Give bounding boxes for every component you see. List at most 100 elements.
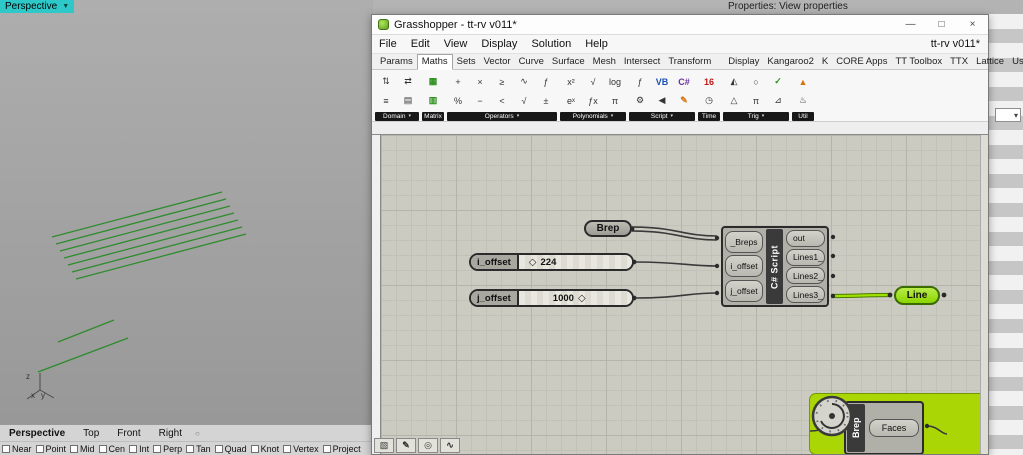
viewport-tab-right[interactable]: Right bbox=[150, 428, 191, 439]
maximize-button[interactable]: □ bbox=[926, 15, 957, 34]
checkbox[interactable] bbox=[129, 444, 138, 453]
triangle-icon[interactable]: ◭ bbox=[723, 72, 745, 91]
pi-icon[interactable]: π bbox=[604, 91, 626, 110]
output-lines2[interactable]: Lines2_ bbox=[786, 267, 825, 285]
domain-icon[interactable]: ▤ bbox=[397, 91, 419, 110]
tab-k[interactable]: K bbox=[818, 55, 832, 69]
menu-help[interactable]: Help bbox=[578, 38, 615, 50]
back-icon[interactable]: ◀ bbox=[651, 91, 673, 110]
group-label-trig[interactable]: Trig ▾ bbox=[723, 112, 789, 121]
viewport-title[interactable]: Perspective ▼ bbox=[0, 0, 75, 13]
slider-track[interactable]: 1000 ◇ bbox=[518, 291, 632, 305]
osnap-cen[interactable]: Cen bbox=[98, 444, 125, 454]
domain-icon[interactable]: ⇄ bbox=[397, 72, 419, 91]
checkbox[interactable] bbox=[98, 444, 107, 453]
menu-file[interactable]: File bbox=[372, 38, 404, 50]
slider-track[interactable]: ◇ 224 bbox=[518, 255, 632, 269]
flame-icon[interactable]: ▲ bbox=[792, 72, 814, 91]
function-icon[interactable]: ƒx bbox=[582, 91, 604, 110]
similarity-icon[interactable]: ∿ bbox=[513, 72, 535, 91]
add-icon[interactable]: + bbox=[447, 72, 469, 91]
component-group[interactable]: Brep Faces bbox=[809, 393, 988, 454]
menu-edit[interactable]: Edit bbox=[404, 38, 437, 50]
script-name-bar[interactable]: C# Script bbox=[766, 229, 783, 304]
osnap-knot[interactable]: Knot bbox=[250, 444, 279, 454]
tab-user[interactable]: User bbox=[1008, 55, 1023, 69]
menu-display[interactable]: Display bbox=[474, 38, 524, 50]
tab-params[interactable]: Params bbox=[376, 55, 417, 69]
osnap-perp[interactable]: Perp bbox=[153, 444, 182, 454]
greater-equal-icon[interactable]: ≥ bbox=[491, 72, 513, 91]
expression-icon[interactable]: ƒ bbox=[629, 72, 651, 91]
tab-maths[interactable]: Maths bbox=[416, 54, 453, 70]
tab-vector[interactable]: Vector bbox=[480, 55, 515, 69]
gear-icon[interactable]: ⚙ bbox=[629, 91, 651, 110]
tab-surface[interactable]: Surface bbox=[548, 55, 589, 69]
viewport-tab-top[interactable]: Top bbox=[74, 428, 108, 439]
triangle-icon[interactable]: △ bbox=[723, 91, 745, 110]
viewport-tab-front[interactable]: Front bbox=[108, 428, 149, 439]
osnap-project[interactable]: Project bbox=[322, 444, 361, 454]
multiply-icon[interactable]: × bbox=[469, 72, 491, 91]
slider-i-offset[interactable]: i_offset ◇ 224 bbox=[469, 253, 634, 271]
brep-param[interactable]: Brep bbox=[584, 220, 632, 237]
subtract-icon[interactable]: − bbox=[469, 91, 491, 110]
slider-j-offset[interactable]: j_offset 1000 ◇ bbox=[469, 289, 634, 307]
group-label-time[interactable]: Time bbox=[698, 112, 720, 121]
group-label-polynomials[interactable]: Polynomials ▾ bbox=[560, 112, 626, 121]
function-icon[interactable]: ƒ bbox=[535, 72, 557, 91]
close-button[interactable]: × bbox=[957, 15, 988, 34]
viewport-tab-perspective[interactable]: Perspective bbox=[0, 428, 74, 439]
dial-knob[interactable] bbox=[810, 394, 854, 438]
properties-dropdown[interactable]: ▾ bbox=[995, 108, 1021, 122]
smaller-icon[interactable]: < bbox=[491, 91, 513, 110]
square-icon[interactable]: x² bbox=[560, 72, 582, 91]
pi-icon[interactable]: π bbox=[745, 91, 767, 110]
log-icon[interactable]: log bbox=[604, 72, 626, 91]
group-label-util[interactable]: Util bbox=[792, 112, 814, 121]
scribble-icon[interactable]: ∿ bbox=[440, 438, 460, 453]
group-label-script[interactable]: Script ▾ bbox=[629, 112, 695, 121]
osnap-near[interactable]: Near bbox=[2, 444, 32, 454]
exponent-icon[interactable]: eˣ bbox=[560, 91, 582, 110]
input-i-offset[interactable]: i_offset bbox=[725, 255, 763, 278]
checkbox[interactable] bbox=[35, 444, 44, 453]
right-triangle-icon[interactable]: ⊿ bbox=[767, 91, 789, 110]
matrix-icon[interactable]: ▥ bbox=[422, 91, 444, 110]
osnap-tan[interactable]: Tan bbox=[186, 444, 211, 454]
matrix-icon[interactable]: ▦ bbox=[422, 72, 444, 91]
canvas-scrollbar[interactable] bbox=[980, 135, 988, 454]
viewport-link-icon[interactable]: ○ bbox=[195, 429, 200, 438]
tab-core-apps[interactable]: CORE Apps bbox=[832, 55, 891, 69]
sketch-icon[interactable]: ▧ bbox=[374, 438, 394, 453]
circle-icon[interactable]: ○ bbox=[745, 72, 767, 91]
tab-display[interactable]: Display bbox=[724, 55, 763, 69]
input-j-offset[interactable]: j_offset bbox=[725, 279, 763, 302]
minimize-button[interactable]: — bbox=[895, 15, 926, 34]
menu-view[interactable]: View bbox=[437, 38, 475, 50]
root-icon[interactable]: √ bbox=[513, 91, 535, 110]
checkbox[interactable] bbox=[186, 444, 195, 453]
tab-tt-toolbox[interactable]: TT Toolbox bbox=[891, 55, 946, 69]
clock-icon[interactable]: ◷ bbox=[698, 91, 720, 110]
checkbox[interactable] bbox=[283, 444, 292, 453]
tab-curve[interactable]: Curve bbox=[515, 55, 548, 69]
slider-grip[interactable]: ◇ bbox=[578, 293, 586, 304]
csharp-script-component[interactable]: _Breps i_offset j_offset C# Script out L… bbox=[721, 226, 829, 307]
csharp-script-icon[interactable]: C# bbox=[673, 72, 695, 91]
grasshopper-canvas[interactable]: Brep i_offset ◇ 224 j_offset 1000 ◇ _Bre… bbox=[380, 135, 988, 454]
negative-icon[interactable]: ± bbox=[535, 91, 557, 110]
grasshopper-titlebar[interactable]: Grasshopper - tt-rv v011* — □ × bbox=[372, 15, 988, 35]
checkbox[interactable] bbox=[153, 444, 162, 453]
checkbox[interactable] bbox=[214, 444, 223, 453]
input-breps[interactable]: _Breps bbox=[725, 231, 763, 254]
checkbox[interactable] bbox=[70, 444, 79, 453]
vb-script-icon[interactable]: VB bbox=[651, 72, 673, 91]
tab-sets[interactable]: Sets bbox=[453, 55, 480, 69]
osnap-mid[interactable]: Mid bbox=[70, 444, 95, 454]
tab-lattice[interactable]: Lattice bbox=[972, 55, 1008, 69]
checkbox[interactable] bbox=[2, 444, 10, 453]
tab-ttx[interactable]: TTX bbox=[946, 55, 972, 69]
menu-solution[interactable]: Solution bbox=[524, 38, 578, 50]
slider-grip[interactable]: ◇ bbox=[529, 257, 537, 268]
